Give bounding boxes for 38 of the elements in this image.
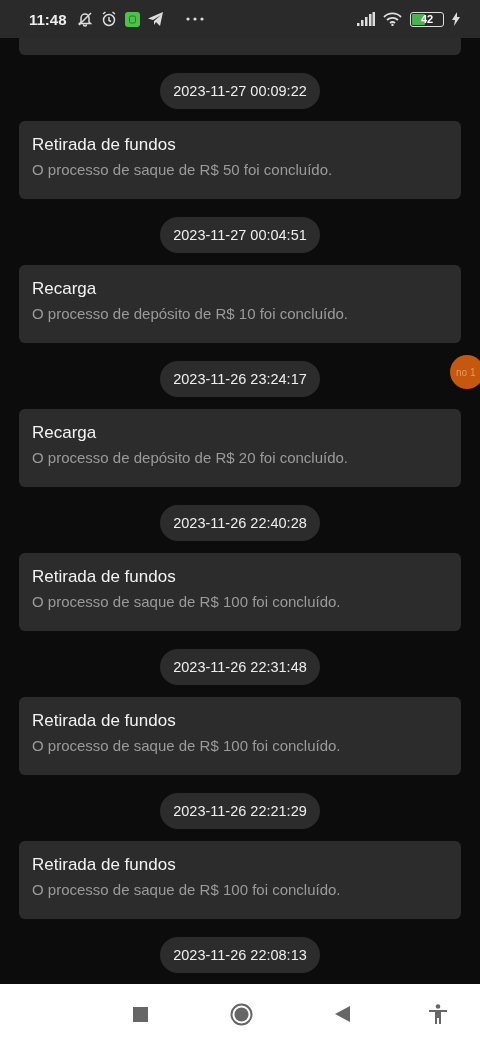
timestamp-label: 2023-11-26 22:40:28: [160, 505, 320, 541]
notification-card[interactable]: Retirada de fundos O processo de saque de R$ 50 foi concluído.: [19, 121, 461, 199]
timestamp-label: 2023-11-26 22:21:29: [160, 793, 320, 829]
timestamp-label: 2023-11-27 00:04:51: [160, 217, 320, 253]
notification-message: O processo de saque de R$ 50 foi concluído.: [32, 161, 334, 178]
more-icon: [185, 17, 204, 21]
timestamp-label: 2023-11-26 22:31:48: [160, 649, 320, 685]
notification-title: Retirada de fundos: [32, 567, 177, 587]
app-icon: [124, 11, 140, 27]
notification-message: O processo de depósito de R$ 20 foi concluído.: [32, 449, 350, 466]
recents-icon[interactable]: [133, 1006, 148, 1022]
notification-card[interactable]: Recarga O processo de depósito de R$ 20 foi concluído.: [19, 409, 461, 487]
charging-icon: [452, 12, 460, 26]
notification-title: Retirada de fundos: [32, 855, 177, 875]
notification-title: Retirada de fundos: [32, 711, 177, 731]
notification-title: Retirada de fundos: [32, 135, 177, 155]
notification-card[interactable]: Retirada de fundos O processo de saque de R$ 100 foi concluído.: [19, 841, 461, 919]
notification-message: O processo de saque de R$ 100 foi concluído.: [32, 593, 342, 610]
notification-card[interactable]: Retirada de fundos O processo de saque de R$ 100 foi concluído.: [19, 697, 461, 775]
bell-off-icon: [76, 11, 93, 27]
timestamp-label: 2023-11-26 22:08:13: [160, 937, 320, 973]
signal-icon: [357, 12, 375, 26]
timestamp-label: 2023-11-26 23:24:17: [160, 361, 320, 397]
timestamp-label: 2023-11-27 00:09:22: [160, 73, 320, 109]
notification-card[interactable]: Recarga O processo de depósito de R$ 10 foi concluído.: [19, 265, 461, 343]
notification-message: O processo de depósito de R$ 10 foi concluído.: [32, 305, 350, 322]
accessibility-icon[interactable]: [429, 1004, 447, 1024]
notification-title: Recarga: [32, 423, 98, 443]
status-time: 11:48: [29, 10, 67, 28]
notification-message: O processo de saque de R$ 100 foi concluído.: [32, 881, 342, 898]
home-icon[interactable]: [230, 1002, 253, 1026]
notification-message: O processo de saque de R$ 100 foi concluído.: [32, 737, 342, 754]
wifi-icon: [383, 12, 402, 26]
notification-title: Recarga: [32, 279, 98, 299]
paper-plane-icon: [147, 12, 164, 26]
alarm-icon: [100, 11, 117, 27]
back-icon[interactable]: [335, 1006, 350, 1022]
notification-card[interactable]: Retirada de fundos O processo de saque de R$ 100 foi concluído.: [19, 553, 461, 631]
